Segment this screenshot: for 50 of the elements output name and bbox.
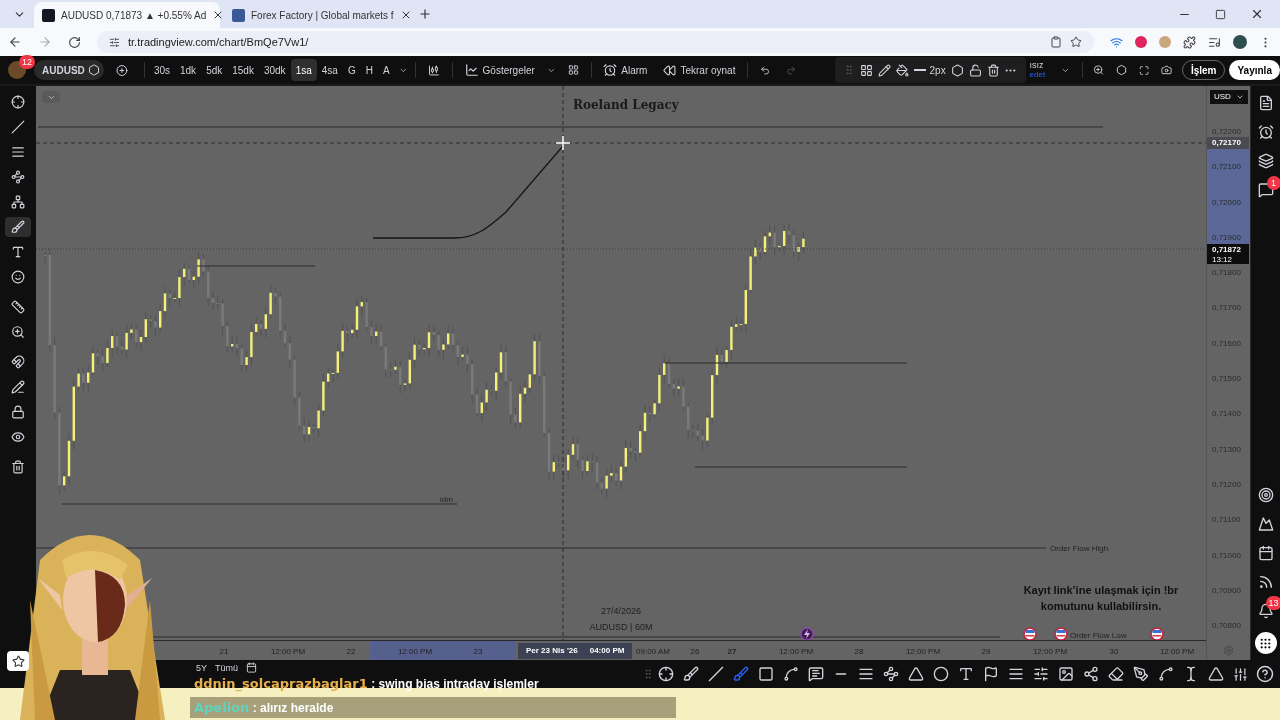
crosshair-price-label: 0,72170: [1207, 137, 1249, 149]
interval-button[interactable]: 1sa: [290, 59, 317, 81]
interval-button[interactable]: H: [360, 59, 378, 81]
line-width-button[interactable]: 2px: [913, 62, 946, 78]
notification-badge: 13: [1265, 596, 1280, 610]
label-fragment: edet: [1029, 70, 1046, 79]
browser-tab[interactable]: Forex Factory | Global markets f: [224, 2, 410, 28]
indicators-button[interactable]: Göstergeler: [456, 62, 543, 78]
notice-text: Kayıt link’ine ulaşmak için !br komutunu kullabilirsin.: [1022, 583, 1180, 614]
date-label: 27/4/2026: [599, 605, 642, 618]
time-label: 23: [473, 646, 483, 658]
symbol-search[interactable]: AUDUSD: [34, 60, 105, 80]
time-label: 26: [690, 646, 700, 658]
time-label: 28: [854, 646, 864, 658]
notification-badge: 1: [1266, 176, 1280, 190]
interval-button[interactable]: G: [342, 59, 361, 81]
time-label: 12:00 PM: [397, 646, 433, 658]
interval-button[interactable]: 15dk: [227, 59, 259, 81]
time-label: 21: [219, 646, 229, 658]
interval-button[interactable]: 4sa: [316, 59, 343, 81]
replay-button[interactable]: Tekrar oynat: [655, 62, 744, 78]
label-fragment: ısız: [1029, 61, 1045, 70]
current-price-label: 0,71872 13:12: [1207, 244, 1249, 264]
notification-badge: 12: [19, 55, 35, 69]
price-label: 0,72000: [1211, 197, 1242, 208]
crosshair-time-label: Per 23 Nis '26 04:00 PM: [518, 643, 633, 659]
interval-button[interactable]: A: [377, 59, 395, 81]
tab-title: Forex Factory | Global markets f: [251, 8, 394, 23]
chat-message: Apelion : alırız heralde: [190, 697, 676, 718]
chat-message: ddnin_solcaprazbaglar1 : swing bias intraday işlemler: [193, 674, 540, 694]
time-label: 29: [981, 646, 991, 658]
publish-button[interactable]: Yayınla: [1229, 60, 1280, 80]
alert-button[interactable]: Alarm: [595, 62, 656, 78]
symbol-label: AUDUSD | 60M: [588, 621, 654, 634]
price-label: 0,72100: [1211, 162, 1242, 173]
interval-button[interactable]: 5dk: [201, 59, 228, 81]
interval-button[interactable]: 1dk: [175, 59, 202, 81]
browser-tab[interactable]: AUDUSD 0,71873 ▲ +0.55% Ad: [34, 2, 220, 28]
time-label: 27: [727, 646, 737, 658]
interval-button[interactable]: 30s: [148, 59, 175, 81]
range-button[interactable]: Tümü: [215, 662, 239, 674]
address-field[interactable]: tr.tradingview.com/chart/BmQe7Vw1/: [97, 31, 1094, 53]
chart-title: Roeland Legacy: [573, 97, 679, 114]
interval-button[interactable]: 30dk: [258, 59, 291, 81]
currency-dropdown[interactable]: USD: [1210, 90, 1248, 104]
time-label: 22: [346, 646, 356, 658]
price-label: 0,71900: [1211, 232, 1242, 243]
url-text: tr.tradingview.com/chart/BmQe7Vw1/: [128, 34, 309, 50]
tab-title: AUDUSD 0,71873 ▲ +0.55% Ad: [61, 8, 207, 23]
range-button[interactable]: 5Y: [196, 662, 207, 674]
